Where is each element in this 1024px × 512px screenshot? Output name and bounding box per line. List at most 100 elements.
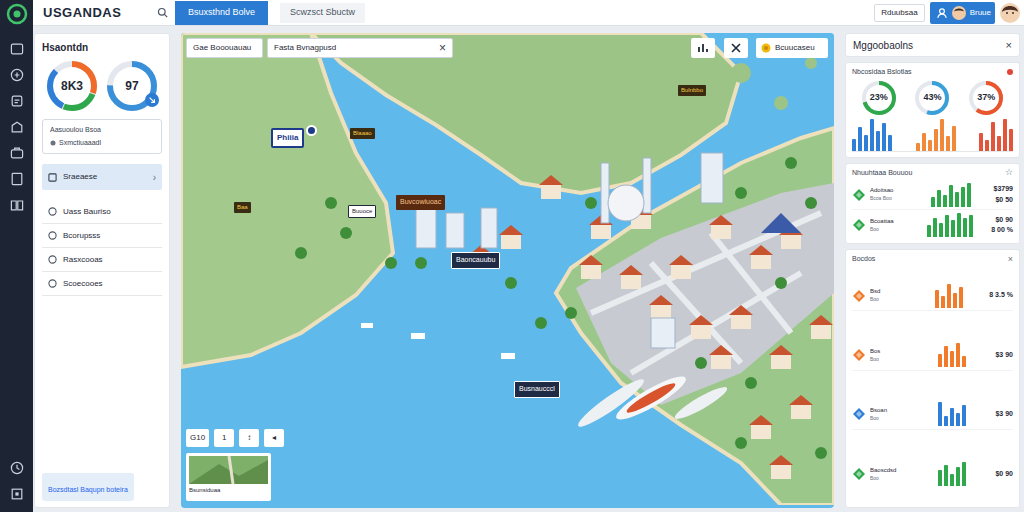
chart-bar xyxy=(938,402,942,426)
metric-row[interactable]: BsdBoo8 3.5 % xyxy=(852,281,1013,311)
map-label[interactable]: Phiiia xyxy=(271,128,304,148)
card-title: Bocdos xyxy=(852,254,1008,265)
zoom-label: G10 xyxy=(190,432,205,444)
nav-item[interactable]: Scoecooes xyxy=(42,272,162,296)
stats-button[interactable] xyxy=(691,38,715,58)
map-label[interactable]: Buvcowiuoac xyxy=(396,195,445,210)
card-header: Bocdos× xyxy=(852,254,1013,265)
map-label[interactable]: Baoncauubu xyxy=(451,252,500,269)
metric-value: $3 90 xyxy=(995,409,1013,420)
nav-label: Sraeaese xyxy=(63,171,147,183)
avatar-icon xyxy=(952,6,966,20)
chart-bar xyxy=(951,220,955,237)
label-text: Buuoce xyxy=(352,208,372,214)
top-tab[interactable]: Scwzsct Sbuctw xyxy=(280,3,365,23)
top-tab[interactable]: Bsuxsthnd Bolve xyxy=(175,1,268,25)
metric-values: $3799$0 50 xyxy=(994,184,1013,205)
nav-label: Rasxcooas xyxy=(63,254,156,266)
metric-label: Bsd xyxy=(870,287,908,296)
close-button[interactable]: × xyxy=(1006,40,1012,51)
nav-item[interactable]: Uass Bauriso xyxy=(42,200,162,224)
label-text: Bulnbbo xyxy=(681,87,703,93)
zoom-button[interactable]: ◂ xyxy=(264,429,284,447)
metric-values: 8 3.5 % xyxy=(989,290,1013,301)
metric-row[interactable]: BaoscdsdBoo$0 90 xyxy=(852,459,1013,489)
bar-row xyxy=(852,119,1013,152)
label-text: Buvcowiuoac xyxy=(400,198,441,205)
chart-bar xyxy=(931,197,935,207)
chart-bar xyxy=(945,215,949,237)
left-panel: Hsaontdn8K397Aasuoulou BsoaSxmctiuaaadlS… xyxy=(34,33,170,508)
label-text: Busnaucccl xyxy=(519,385,555,392)
nav-label: Bcorupsss xyxy=(63,230,156,242)
bar-chart xyxy=(938,343,966,367)
map-view[interactable]: Gae BooouauauFasta Bvnagpusd× Bcuucaseu Ph… xyxy=(181,33,834,508)
chart-bar xyxy=(947,284,951,308)
coin-icon xyxy=(761,43,771,53)
chart-bar xyxy=(858,127,862,151)
metric-row[interactable]: BosBoo$3 90 xyxy=(852,341,1013,371)
card-title: Aasuoulou Bsoa xyxy=(50,125,154,136)
nav-item[interactable]: Bcorupsss xyxy=(42,224,162,248)
map-label[interactable]: Buuoce xyxy=(348,205,376,218)
dot-icon xyxy=(50,140,56,146)
bar-chart xyxy=(916,119,956,151)
nav-item[interactable]: Sraeaese› xyxy=(42,164,162,190)
zoom-button[interactable]: ↕ xyxy=(239,429,259,447)
chart-bar xyxy=(957,213,961,237)
metric-labels: BaoscdsdBoo xyxy=(870,466,908,483)
metric-label: Bos xyxy=(870,347,908,356)
metric-label: Adoitsao xyxy=(870,186,908,195)
chart-bar xyxy=(991,122,995,150)
footer-button[interactable]: Bozsdtasl Baqupn boteira xyxy=(42,473,134,501)
map-label[interactable]: Bulnbbo xyxy=(678,85,706,96)
minimap[interactable]: Bsunsiduaa xyxy=(186,453,271,501)
nav-icon xyxy=(48,173,57,182)
metric-sub: Boo xyxy=(870,226,908,234)
chart-bar xyxy=(955,192,959,206)
metric-labels: BcoattaaBoo xyxy=(870,217,908,234)
map-action-button[interactable]: Bcuucaseu xyxy=(756,38,828,58)
zoom-button[interactable]: G10 xyxy=(186,429,209,447)
chart-bar xyxy=(940,119,944,151)
chart-bar xyxy=(939,223,943,237)
metric-row[interactable]: BsoanBoo$3 90 xyxy=(852,400,1013,430)
chart-bar xyxy=(864,135,868,151)
chart-bar xyxy=(944,416,948,427)
top-button[interactable]: Rduubsaa xyxy=(874,4,924,22)
info-card[interactable]: Aasuoulou BsoaSxmctiuaaadl xyxy=(42,119,162,154)
user-button[interactable]: Bruue xyxy=(930,2,995,24)
panel-title: Hsaontdn xyxy=(42,40,162,55)
pin-icon[interactable] xyxy=(306,125,317,136)
card-action[interactable]: ☆ xyxy=(1005,168,1013,177)
clock-icon xyxy=(9,460,25,476)
clear-button[interactable]: × xyxy=(439,42,446,54)
chart-bar xyxy=(944,465,948,487)
add-icon xyxy=(9,67,25,83)
panel-title: Mggoobaolns xyxy=(853,38,1006,53)
section-card: Bocdos×BsdBoo8 3.5 %BosBoo$3 90BsoanBoo$… xyxy=(845,249,1020,508)
chart-bar xyxy=(950,351,954,367)
nav-item[interactable]: Rasxcooas xyxy=(42,248,162,272)
metric-row[interactable]: AdoitsaoBcoa Boo$3799$0 50 xyxy=(852,180,1013,210)
chart-bar xyxy=(882,123,886,151)
map-search-field[interactable]: Gae Booouauau xyxy=(186,38,263,58)
metric-value: 8 00 % xyxy=(991,225,1013,236)
chart-bar xyxy=(888,135,892,151)
metric-row[interactable]: BcoattaaBoo$0 908 00 % xyxy=(852,210,1013,240)
map-search-field[interactable]: Fasta Bvnagpusd× xyxy=(267,38,453,58)
gauge-value: 8K3 xyxy=(47,61,97,111)
chart-bar xyxy=(985,140,989,151)
map-label[interactable]: Busnaucccl xyxy=(514,381,560,398)
card-action[interactable]: × xyxy=(1008,255,1013,264)
metric-values: $3 90 xyxy=(995,409,1013,420)
chart-bar xyxy=(979,133,983,151)
map-label[interactable]: Blaaao xyxy=(350,128,375,139)
zoom-button[interactable]: 1 xyxy=(214,429,234,447)
tools-button[interactable] xyxy=(724,38,748,58)
zoom-label: ↕ xyxy=(247,432,251,444)
chart-bar xyxy=(997,136,1001,150)
logo-icon xyxy=(6,3,28,25)
map-label[interactable]: Baa xyxy=(234,202,251,213)
metric-sub: Boo xyxy=(870,475,908,483)
